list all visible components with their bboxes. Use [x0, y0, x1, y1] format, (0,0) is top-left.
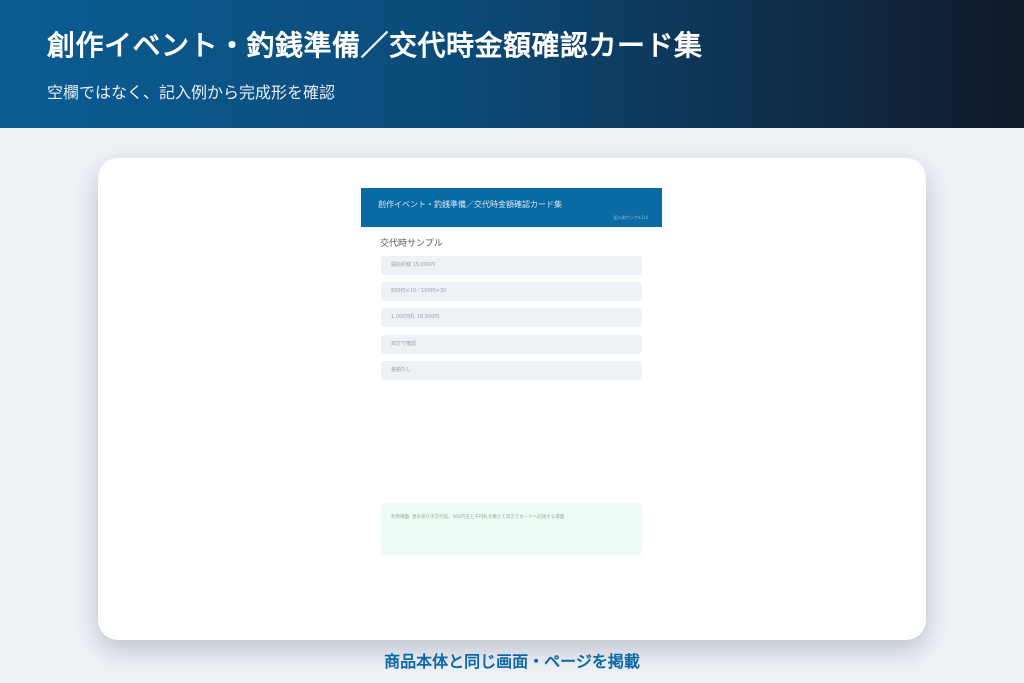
form-row: 差額なし [381, 361, 642, 380]
page-subtitle: 空欄ではなく、記入例から完成形を確認 [47, 83, 336, 102]
form-row: 双方で確認 [381, 335, 642, 354]
form-row: 500円×10／100円×30 [381, 282, 642, 301]
document-header: 創作イベント・釣銭準備／交代時金額確認カード集 記入例サンプル1/4 [361, 188, 662, 227]
form-row: 1,000円札 18,500円 [381, 308, 642, 327]
section-title: 交代時サンプル [380, 239, 443, 249]
document-tag: 記入例サンプル1/4 [613, 215, 648, 220]
document-title: 創作イベント・釣銭準備／交代時金額確認カード集 [378, 200, 562, 209]
usage-note-text: 利用場面: 昼の売り子交代前、500円玉と千円札を数えて双方でカードへ記録する場… [391, 515, 565, 520]
form-row-text: 双方で確認 [391, 341, 417, 347]
document-preview: 創作イベント・釣銭準備／交代時金額確認カード集 記入例サンプル1/4 交代時サン… [361, 188, 662, 608]
form-row-text: 開始釣銭 15,000円 [391, 262, 436, 268]
form-row-text: 差額なし [391, 367, 412, 373]
usage-note: 利用場面: 昼の売り子交代前、500円玉と千円札を数えて双方でカードへ記録する場… [381, 503, 642, 555]
form-row-text: 1,000円札 18,500円 [391, 314, 440, 320]
form-row: 開始釣銭 15,000円 [381, 256, 642, 275]
page-title: 創作イベント・釣銭準備／交代時金額確認カード集 [47, 29, 703, 62]
header-banner: 創作イベント・釣銭準備／交代時金額確認カード集 空欄ではなく、記入例から完成形を… [0, 0, 1024, 128]
form-row-text: 500円×10／100円×30 [391, 288, 447, 294]
caption: 商品本体と同じ画面・ページを掲載 [384, 652, 640, 671]
preview-card: 創作イベント・釣銭準備／交代時金額確認カード集 記入例サンプル1/4 交代時サン… [98, 158, 926, 640]
